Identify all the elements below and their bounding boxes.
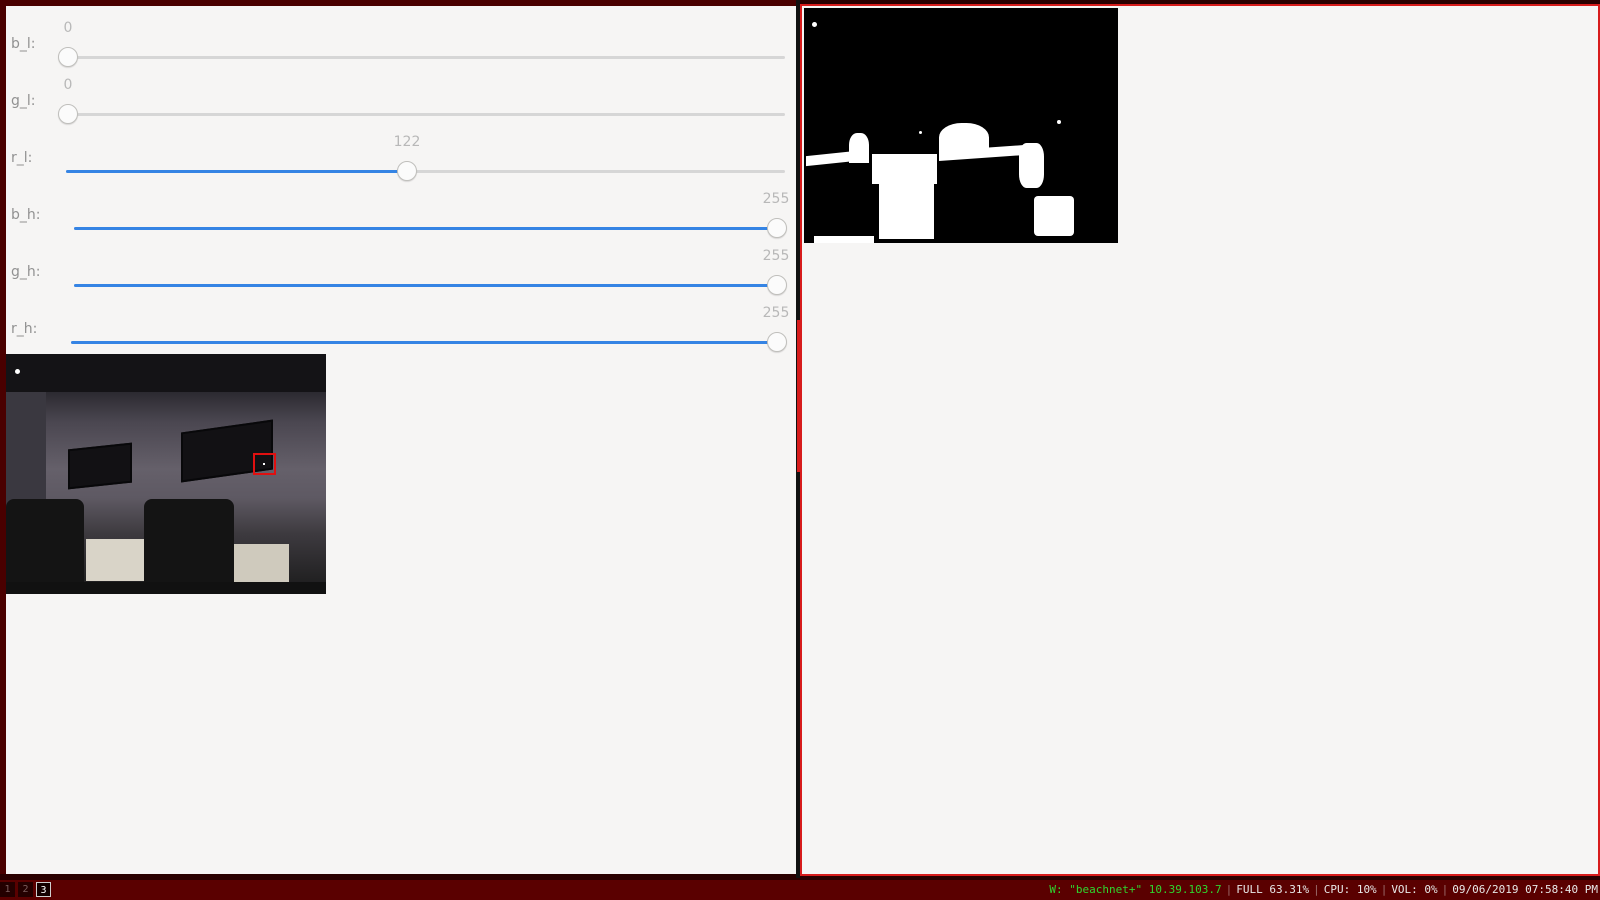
slider-value: 255 <box>762 305 790 321</box>
mask-blob <box>919 131 922 134</box>
slider-row-b-h: b_h: 255 <box>6 189 796 246</box>
camera-tv-left <box>68 442 132 490</box>
slider-fill <box>74 284 777 287</box>
camera-cabinet <box>234 544 289 584</box>
slider-handle[interactable] <box>767 275 787 295</box>
slider-row-b-l: b_l: 0 <box>6 18 796 75</box>
status-blocks: W: "beachnet+" 10.39.103.7 | FULL 63.31% | C… <box>1047 883 1600 896</box>
slider-fill <box>66 170 407 173</box>
slider-row-r-l: r_l: 122 <box>6 132 796 189</box>
slider-track[interactable] <box>71 332 787 352</box>
slider-handle[interactable] <box>767 332 787 352</box>
slider-value: 0 <box>63 20 73 36</box>
workspace-button-3[interactable]: 3 <box>36 882 51 897</box>
status-bar: 1 2 3 W: "beachnet+" 10.39.103.7 | FULL 63… <box>0 880 1600 900</box>
mask-window <box>800 4 1600 876</box>
slider-handle[interactable] <box>767 218 787 238</box>
camera-floor <box>6 582 326 594</box>
slider-fill <box>71 341 777 344</box>
slider-fill <box>74 227 777 230</box>
slider-handle[interactable] <box>58 104 78 124</box>
slider-label: r_h: <box>11 321 38 337</box>
slider-label: g_h: <box>11 264 41 280</box>
slider-value: 122 <box>393 134 421 150</box>
slider-row-g-h: g_h: 255 <box>6 246 796 303</box>
controls-client-area: b_l: 0 g_l: 0 r_l: 122 b_h: 255 g_h: 255… <box>6 6 796 874</box>
status-separator: | <box>1441 883 1449 896</box>
slider-track[interactable] <box>74 218 787 238</box>
slider-value: 255 <box>762 248 790 264</box>
mask-blob <box>849 133 869 163</box>
camera-light-spot <box>15 369 20 374</box>
slider-handle[interactable] <box>58 47 78 67</box>
detection-box <box>253 453 276 475</box>
camera-chair <box>6 499 84 594</box>
slider-label: b_h: <box>11 207 41 223</box>
workspace-button-2[interactable]: 2 <box>18 882 33 897</box>
camera-ceiling <box>6 354 326 392</box>
slider-label: r_l: <box>11 150 33 166</box>
threshold-mask-image <box>804 8 1118 243</box>
status-separator: | <box>1380 883 1388 896</box>
mask-blob <box>1019 143 1044 188</box>
slider-row-g-l: g_l: 0 <box>6 75 796 132</box>
mask-blob <box>1057 120 1061 124</box>
slider-label: g_l: <box>11 93 36 109</box>
status-separator: | <box>1225 883 1233 896</box>
mask-blob <box>1034 196 1074 236</box>
detection-point <box>263 463 265 465</box>
slider-track[interactable] <box>58 104 785 124</box>
cpu-status: CPU: 10% <box>1323 883 1377 896</box>
slider-row-r-h: r_h: 255 <box>6 303 796 360</box>
slider-value: 255 <box>762 191 790 207</box>
workspace-button-1[interactable]: 1 <box>0 882 15 897</box>
slider-track[interactable] <box>66 161 785 181</box>
slider-track[interactable] <box>74 275 787 295</box>
mask-blob <box>872 154 937 184</box>
slider-value: 0 <box>63 77 73 93</box>
mask-blob <box>879 184 934 239</box>
battery-status: FULL 63.31% <box>1236 883 1310 896</box>
camera-cabinet <box>86 539 146 581</box>
camera-frame-image <box>6 354 326 594</box>
status-separator: | <box>1313 883 1320 896</box>
slider-track[interactable] <box>58 47 785 67</box>
slider-label: b_l: <box>11 36 36 52</box>
camera-chair <box>144 499 234 594</box>
slider-handle[interactable] <box>397 161 417 181</box>
mask-blob <box>814 236 874 243</box>
mask-blob <box>812 22 817 27</box>
datetime-status: 09/06/2019 07:58:40 PM <box>1452 883 1598 896</box>
controls-window: b_l: 0 g_l: 0 r_l: 122 b_h: 255 g_h: 255… <box>0 0 796 874</box>
wifi-status: W: "beachnet+" 10.39.103.7 <box>1049 883 1222 896</box>
volume-status: VOL: 0% <box>1391 883 1438 896</box>
